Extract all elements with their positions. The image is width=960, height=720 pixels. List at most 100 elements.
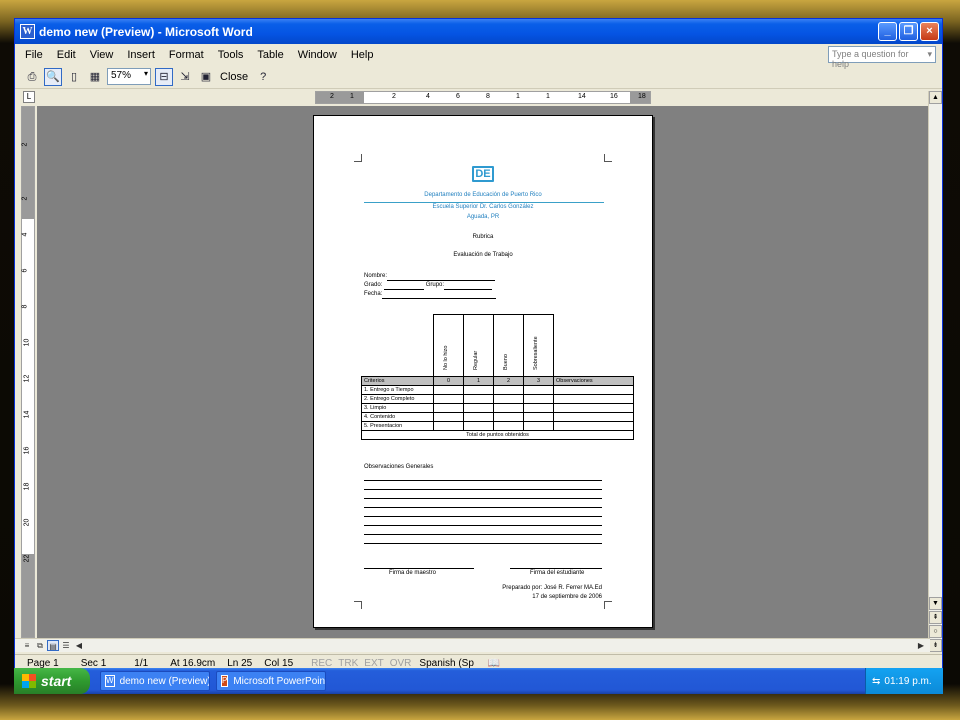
close-preview-button[interactable]: Close (220, 71, 248, 83)
table-row: 4. Contenido (361, 412, 634, 422)
title-bar[interactable]: W demo new (Preview) - Microsoft Word _ … (15, 19, 942, 44)
total-label: Total de puntos obtenidos (361, 430, 634, 440)
table-row: 3. Limpio (361, 403, 634, 413)
help-placeholder: Type a question for help (832, 49, 909, 69)
windows-logo-icon (22, 674, 36, 688)
menu-bar: File Edit View Insert Format Tools Table… (15, 44, 942, 65)
score-cell: 0 (433, 376, 464, 386)
ruler-tick: 22 (23, 554, 31, 563)
scroll-left-icon[interactable]: ◀ (73, 640, 85, 651)
criterion-label: 3. Limpio (361, 403, 434, 413)
ruler-tick: 16 (610, 93, 618, 100)
clock[interactable]: 01:19 p.m. (884, 676, 931, 687)
teacher-signature-label: Firma de maestro (389, 570, 437, 576)
word-app-icon[interactable]: W (20, 24, 35, 39)
outline-view-icon[interactable]: ☰ (60, 640, 72, 651)
ruler-tick: 2 (392, 93, 396, 100)
vertical-scrollbar[interactable]: ▲ ▼ ⇞ ○ ⇟ (928, 91, 942, 652)
ruler-tick: 1 (516, 93, 520, 100)
ruler-tick: 8 (21, 304, 29, 309)
help-dropdown-icon[interactable]: ▾ (927, 49, 932, 60)
criterion-label: 5. Presentacion (361, 421, 434, 431)
rubric-score-row: Criterios 0 1 2 3 Observaciones (361, 376, 634, 386)
menu-insert[interactable]: Insert (127, 49, 155, 61)
view-ruler-icon[interactable]: ⊟ (155, 67, 173, 86)
ruler-tick: 2 (21, 196, 29, 201)
menu-help[interactable]: Help (351, 49, 374, 61)
normal-view-icon[interactable]: ≡ (21, 640, 33, 651)
close-window-button[interactable]: × (920, 22, 939, 41)
select-browse-object-icon[interactable]: ○ (929, 625, 942, 638)
header-town: Aguada, PR (466, 214, 500, 220)
task-label: demo new (Preview) ... (119, 675, 210, 687)
zoom-value: 57% (111, 70, 132, 81)
print-icon[interactable]: ⎙ (23, 68, 41, 86)
ruler-tick: 1 (546, 93, 550, 100)
full-screen-icon[interactable]: ▣ (197, 68, 215, 86)
print-preview-toolbar: ⎙ 🔍 ▯ ▦ 57% ▾ ⊟ ⇲ ▣ Close ? (15, 65, 942, 89)
taskbar-item-powerpoint[interactable]: P Microsoft PowerPoint ... (216, 671, 326, 691)
ruler-tick: 4 (426, 93, 430, 100)
horizontal-ruler-row: L 2 1 2 4 6 8 1 1 14 16 18 (15, 91, 942, 105)
multiple-pages-icon[interactable]: ▦ (86, 68, 104, 86)
menu-window[interactable]: Window (298, 49, 337, 61)
doc-subtitle: Evaluación de Trabajo (453, 252, 513, 258)
shrink-to-fit-icon[interactable]: ⇲ (176, 68, 194, 86)
vertical-ruler[interactable]: 2 2 4 6 8 10 12 14 16 18 20 22 (21, 106, 35, 638)
ruler-tick: 6 (456, 93, 460, 100)
ruler-tick: 2 (21, 142, 29, 147)
horizontal-ruler[interactable]: 2 1 2 4 6 8 1 1 14 16 18 (315, 91, 651, 104)
scroll-down-icon[interactable]: ▼ (929, 597, 942, 610)
zoom-select[interactable]: 57% ▾ (107, 68, 151, 85)
start-button[interactable]: start (14, 668, 90, 694)
menu-table[interactable]: Table (257, 49, 283, 61)
network-icon[interactable]: ⇆ (872, 676, 880, 687)
table-row: 1. Entrego a Tiempo (361, 385, 634, 395)
horizontal-scrollbar[interactable]: ≡ ⧉ ▤ ☰ ◀ ▶ (15, 638, 930, 652)
context-help-icon[interactable]: ? (254, 68, 272, 86)
ruler-tick: 18 (638, 93, 646, 100)
criterion-label: 4. Contenido (361, 412, 434, 422)
menu-edit[interactable]: Edit (57, 49, 76, 61)
field-grupo-label: Grupo: (425, 282, 445, 288)
powerpoint-task-icon: P (221, 675, 229, 687)
ruler-tick: 20 (23, 518, 31, 527)
general-observations-label: Observaciones Generales (364, 464, 434, 470)
ruler-tick: 1 (350, 93, 354, 100)
next-page-icon[interactable]: ⇟ (929, 639, 942, 652)
level-header: No lo hizo (433, 314, 464, 377)
previous-page-icon[interactable]: ⇞ (929, 611, 942, 624)
tab-selector-icon[interactable]: L (23, 91, 35, 103)
menu-file[interactable]: File (25, 49, 43, 61)
print-layout-icon[interactable]: ▤ (47, 640, 59, 651)
header-department: Departamento de Educación de Puerto Rico (424, 192, 542, 198)
minimize-button[interactable]: _ (878, 22, 897, 41)
table-row: 5. Presentacion (361, 421, 634, 431)
preview-page[interactable]: DE Departamento de Educación de Puerto R… (313, 115, 653, 628)
ruler-tick: 8 (486, 93, 490, 100)
ruler-tick: 4 (21, 232, 29, 237)
restore-button[interactable]: ❐ (899, 22, 918, 41)
ruler-tick: 16 (23, 446, 31, 455)
score-cell: 1 (463, 376, 494, 386)
criterion-label: 2. Entrego Completo (361, 394, 434, 404)
menu-tools[interactable]: Tools (218, 49, 244, 61)
prepared-by: Preparado por: José R. Ferrer MA.Ed (502, 585, 602, 591)
field-nombre-label: Nombre: (364, 273, 388, 279)
ruler-tick: 6 (21, 268, 29, 273)
scroll-right-icon[interactable]: ▶ (915, 640, 927, 651)
score-cell: 3 (523, 376, 554, 386)
menu-format[interactable]: Format (169, 49, 204, 61)
magnifier-icon[interactable]: 🔍 (44, 67, 62, 86)
taskbar-item-word[interactable]: W demo new (Preview) ... (100, 671, 210, 691)
system-tray: ⇆ 01:19 p.m. (865, 668, 943, 694)
help-search-input[interactable]: Type a question for help ▾ (828, 46, 936, 69)
scroll-up-icon[interactable]: ▲ (929, 91, 942, 104)
start-label: start (41, 673, 72, 689)
table-row: 2. Entrego Completo (361, 394, 634, 404)
one-page-icon[interactable]: ▯ (65, 68, 83, 86)
menu-view[interactable]: View (90, 49, 114, 61)
header-school: Escuela Superior Dr. Carlos González (432, 204, 534, 210)
task-label: Microsoft PowerPoint ... (233, 675, 326, 687)
web-layout-icon[interactable]: ⧉ (34, 640, 46, 651)
